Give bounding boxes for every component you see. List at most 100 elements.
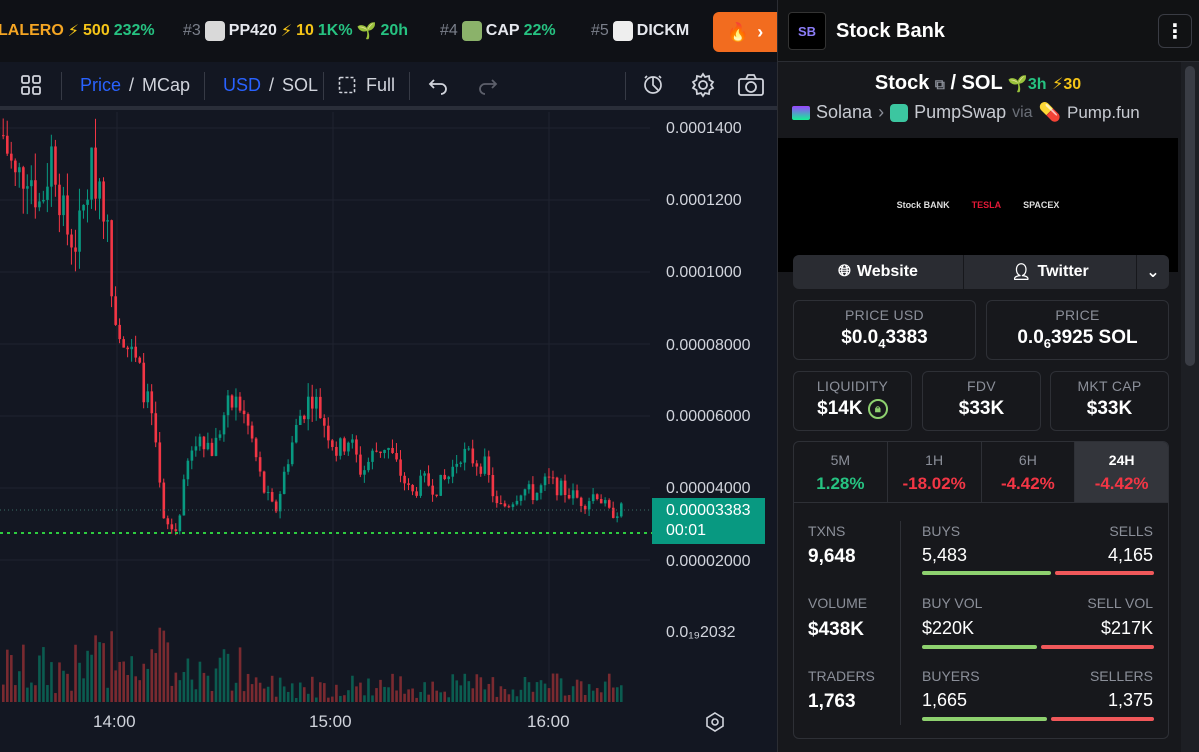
- volume-bar: [551, 673, 555, 702]
- volume-bar: [266, 686, 270, 702]
- volume-bar: [62, 670, 65, 702]
- sol-option[interactable]: SOL: [282, 75, 318, 96]
- candle-body: [310, 396, 314, 409]
- website-button[interactable]: 🌐︎ Website: [793, 255, 964, 289]
- candle-body: [403, 475, 406, 484]
- twitter-button[interactable]: 👤︎ Twitter: [964, 255, 1137, 289]
- volume-bar: [547, 688, 551, 702]
- volume-bar: [22, 644, 25, 702]
- txns-label: TXNS: [808, 523, 846, 539]
- volume-bar: [142, 663, 146, 702]
- buys-label: BUYS: [922, 523, 961, 539]
- currency-toggle[interactable]: USD / SOL: [223, 62, 318, 108]
- volume-bar: [226, 653, 230, 702]
- candle-body: [254, 438, 258, 458]
- volume-bar: [427, 694, 430, 702]
- price-option[interactable]: Price: [80, 75, 121, 96]
- ticker-name: LALERO: [0, 22, 64, 39]
- tab-6h[interactable]: 6H -4.42%: [982, 442, 1076, 502]
- candle-body: [174, 529, 178, 532]
- liquidity-value: $14K 🔒︎: [794, 398, 911, 420]
- ticker-item[interactable]: #3 PP420 ⚡ 10 1K% 🌱 20h: [183, 21, 408, 41]
- volume-bar: [118, 661, 121, 702]
- candle-body: [367, 461, 370, 471]
- traders-label: TRADERS: [808, 668, 875, 684]
- price-chart[interactable]: [0, 112, 777, 752]
- volume-bar: [439, 692, 443, 702]
- candle-body: [278, 493, 282, 512]
- launchpad-link[interactable]: Pump.fun: [1067, 103, 1140, 123]
- settings-gear-icon[interactable]: [690, 62, 716, 108]
- candle-body: [395, 453, 398, 460]
- fullscreen-button[interactable]: Full: [338, 62, 395, 108]
- candle-body: [78, 210, 81, 252]
- chevron-right-icon: ›: [757, 21, 764, 42]
- volume-bar: [94, 635, 97, 702]
- chain-link[interactable]: Solana: [816, 102, 872, 123]
- redo-icon[interactable]: [478, 62, 498, 108]
- chart-area: LALERO ⚡ 500 232% #3 PP420 ⚡ 10 1K% 🌱 20h #…: [0, 0, 777, 752]
- candle-body: [583, 505, 587, 510]
- user-icon: 👤︎: [1011, 264, 1032, 281]
- copy-icon[interactable]: ⧉: [935, 76, 945, 92]
- volume-bar: [274, 696, 278, 702]
- candle-body: [467, 448, 471, 450]
- volume-bar: [467, 681, 471, 702]
- dex-link[interactable]: PumpSwap: [914, 102, 1006, 123]
- volume-bar: [539, 680, 543, 702]
- scrollbar-thumb[interactable]: [1185, 66, 1195, 366]
- volume-bar: [563, 695, 567, 702]
- candle-body: [50, 146, 53, 187]
- volume-bar: [451, 674, 455, 702]
- price-mcap-toggle[interactable]: Price / MCap: [80, 62, 190, 108]
- token-title: Stock Bank: [836, 20, 945, 42]
- tab-24h[interactable]: 24H -4.42%: [1075, 442, 1168, 502]
- ticker-item[interactable]: LALERO ⚡ 500 232%: [0, 21, 155, 41]
- ticker-item[interactable]: #4 CAP 22%: [440, 21, 556, 41]
- candle-body: [62, 195, 65, 216]
- sellers-value: 1,375: [1107, 690, 1153, 710]
- more-menu-button[interactable]: ⋮: [1158, 14, 1192, 48]
- volume-bar: [327, 697, 330, 702]
- volume-bar: [6, 649, 9, 702]
- camera-icon[interactable]: [737, 62, 765, 108]
- indicator-alert-icon[interactable]: [642, 62, 666, 108]
- volume-bar: [38, 655, 41, 702]
- candle-body: [363, 470, 366, 475]
- price-usd-value: $0.043383: [841, 327, 928, 351]
- volume-bar: [234, 682, 238, 702]
- pumpswap-icon: [890, 103, 909, 122]
- ticker-boosts: 500: [83, 22, 110, 39]
- candle-body: [18, 167, 21, 173]
- volume-bar: [106, 687, 109, 702]
- more-links-button[interactable]: ⌄: [1137, 255, 1169, 289]
- volume-bar: [50, 662, 53, 702]
- candle-body: [347, 442, 350, 452]
- slash: /: [269, 74, 275, 95]
- timezone-settings-icon[interactable]: [705, 712, 725, 737]
- tab-5m[interactable]: 5M 1.28%: [794, 442, 888, 502]
- volume-bar: [499, 686, 503, 702]
- usd-option[interactable]: USD: [223, 75, 261, 96]
- volume-bar: [447, 697, 451, 702]
- banner-spacex: SPACEX: [1023, 200, 1060, 210]
- candle-body: [142, 362, 146, 403]
- ticker-item[interactable]: #5 DICKM: [591, 21, 689, 41]
- volume-bar: [294, 697, 298, 702]
- volume-bar: [202, 672, 206, 702]
- mcap-option[interactable]: MCap: [142, 75, 190, 96]
- token-icon: [204, 21, 225, 41]
- candle-body: [335, 446, 338, 456]
- tab-1h[interactable]: 1H -18.02%: [888, 442, 982, 502]
- last-price: 0.00003383: [666, 502, 751, 519]
- hot-pairs-button[interactable]: 🔥 ›: [713, 12, 777, 52]
- volume-bar: [310, 676, 314, 702]
- volume-bar: [463, 673, 467, 702]
- chevron-right-icon: ›: [878, 102, 885, 122]
- volume-bar: [367, 678, 370, 702]
- candle-body: [198, 436, 202, 447]
- undo-icon[interactable]: [428, 62, 448, 108]
- layout-grid-icon[interactable]: [20, 62, 42, 108]
- volume-bar: [178, 680, 182, 702]
- panel-scrollbar[interactable]: [1181, 62, 1199, 752]
